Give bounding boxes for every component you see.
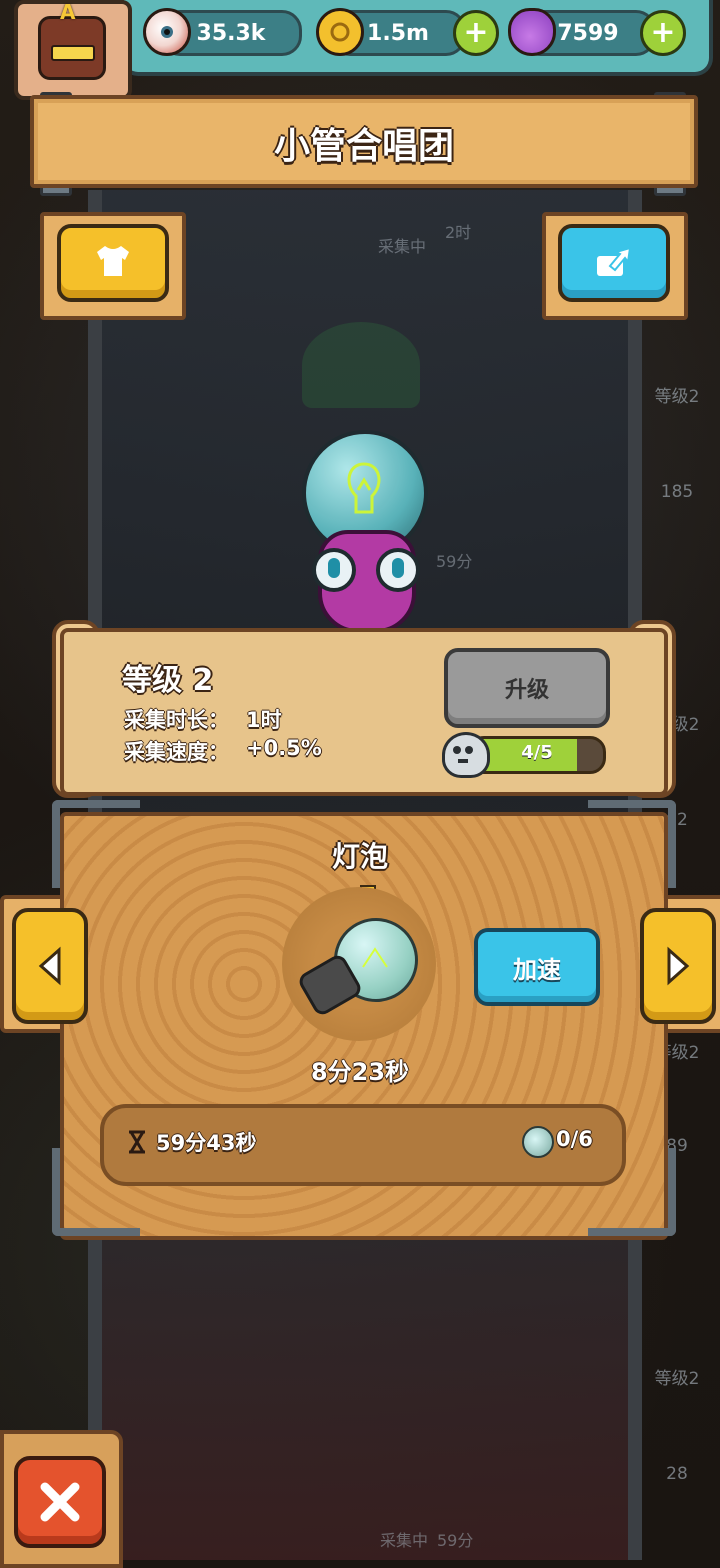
title-sign: 小管合唱团 [30,95,698,188]
hourglass-icon [126,1130,148,1158]
total-timer: 59分43秒 [156,1131,257,1155]
item-timer: 8分23秒 [310,1058,410,1086]
avatar-mouth [51,45,95,61]
side-item-level: 等级2 [654,387,700,407]
shirt-icon [93,244,133,282]
room-mid-time: 59分 [436,552,473,571]
speed-label: 采集速度： [124,740,229,764]
share-button[interactable] [558,224,670,302]
duration-value: 1时 [246,708,282,732]
next-item-button[interactable] [640,908,716,1024]
upgrade-progress-text: 4/5 [521,742,553,763]
bulb-count-icon [522,1126,554,1158]
close-icon [40,1482,80,1522]
avatar-rank-badge: A [60,0,76,24]
potion-icon [508,8,556,56]
upgrade-button[interactable]: 升级 [444,648,610,728]
machine-tank [302,322,420,408]
pupil [328,558,340,578]
add-potion-button[interactable]: + [640,10,686,56]
arrow-left-icon [38,946,61,986]
share-icon [594,244,634,282]
add-coin-button[interactable]: + [453,10,499,56]
page-title: 小管合唱团 [273,126,454,167]
creature-right-eye [376,548,420,592]
avatar[interactable]: A [14,0,132,100]
side-item-value: 28 [666,1464,688,1484]
room-bottom-time: 59分 [437,1531,474,1550]
creature-left-eye [312,548,356,592]
prev-item-button[interactable] [12,908,88,1024]
speed-up-button[interactable]: 加速 [474,928,600,1006]
item-name: 灯泡 [331,840,388,873]
avatar-face [38,16,106,80]
side-item-level: 等级2 [654,1369,700,1389]
room-top-time: 2时 [445,223,472,242]
coin-icon [316,8,364,56]
skull-icon [442,732,490,778]
side-item-value: 185 [660,482,694,502]
room-bottom-status: 采集中 [380,1531,429,1550]
pupil [392,558,404,578]
speed-value: +0.5% [246,736,322,760]
level-title: 等级 2 [122,663,214,698]
item-count: 0/6 [556,1127,593,1151]
room-top-status: 采集中 [378,237,427,256]
eyeball-icon [143,8,191,56]
duration-label: 采集时长： [124,708,229,732]
close-button[interactable] [14,1456,106,1548]
outfit-button[interactable] [57,224,169,302]
arrow-right-icon [667,946,690,986]
